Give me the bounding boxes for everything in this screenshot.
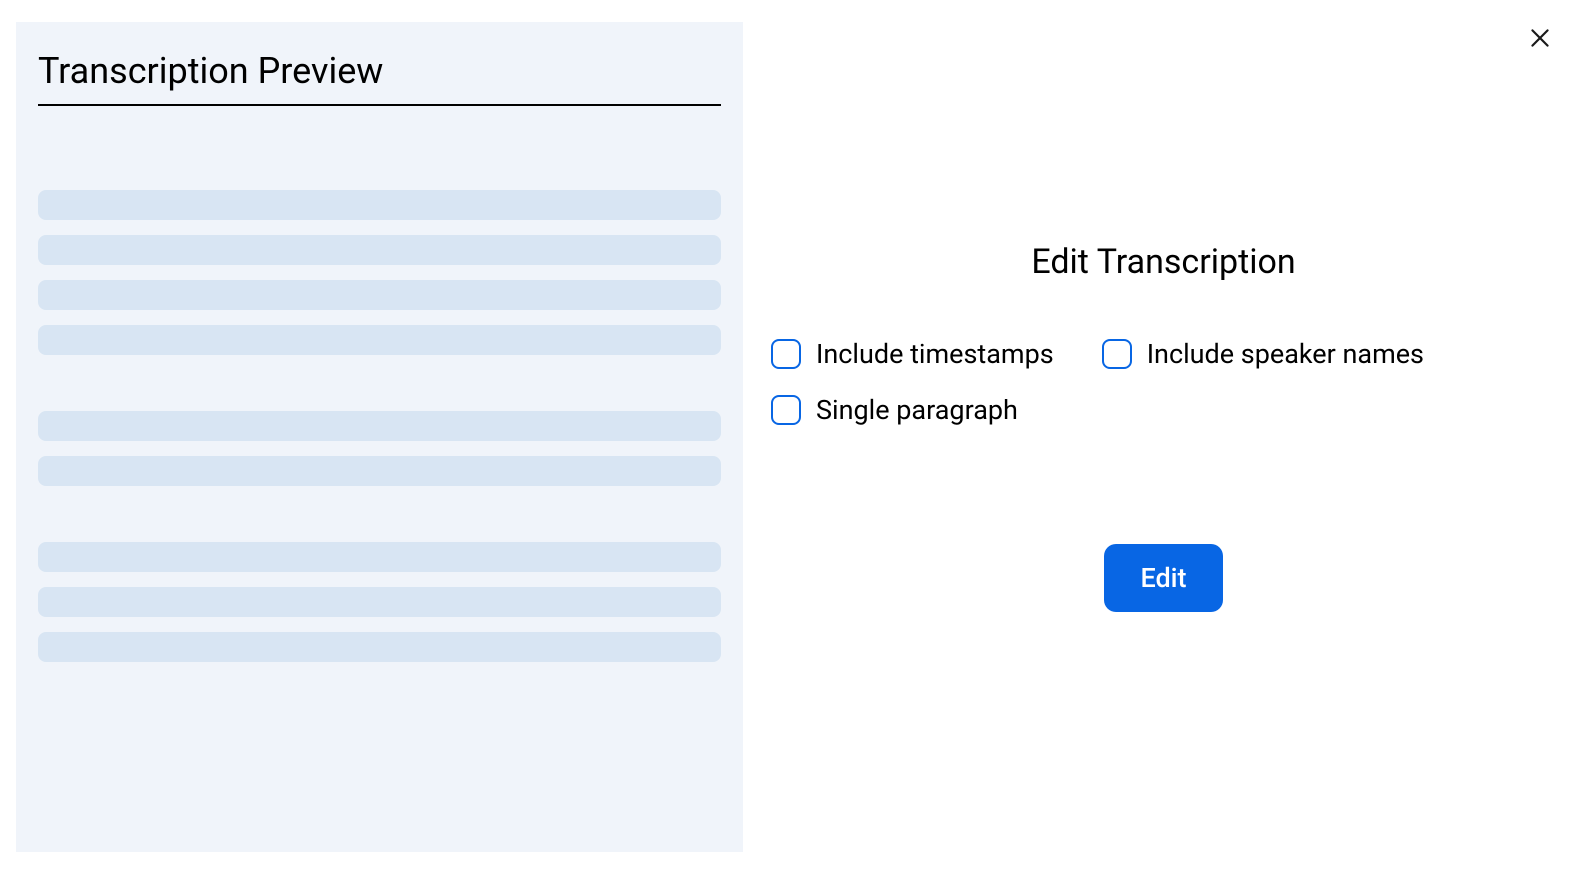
edit-title: Edit Transcription [1031, 242, 1295, 282]
skeleton-line [38, 411, 721, 441]
skeleton-line [38, 587, 721, 617]
checkbox-label: Include timestamps [816, 338, 1054, 370]
skeleton-line [38, 542, 721, 572]
checkbox-icon [1102, 339, 1132, 369]
checkbox-icon [771, 395, 801, 425]
edit-section: Edit Transcription Include timestamps In… [771, 242, 1556, 612]
skeleton-line [38, 235, 721, 265]
skeleton-block [38, 411, 721, 486]
checkbox-label: Include speaker names [1147, 338, 1424, 370]
skeleton-line [38, 280, 721, 310]
checkbox-icon [771, 339, 801, 369]
preview-panel: Transcription Preview [16, 22, 743, 852]
skeleton-block [38, 542, 721, 662]
preview-title: Transcription Preview [38, 50, 721, 106]
close-icon [1527, 25, 1553, 51]
editor-panel: Edit Transcription Include timestamps In… [743, 0, 1578, 874]
edit-button[interactable]: Edit [1104, 544, 1222, 612]
options-grid: Include timestamps Include speaker names… [771, 338, 1556, 426]
skeleton-line [38, 190, 721, 220]
skeleton-block [38, 190, 721, 355]
option-include-speaker-names[interactable]: Include speaker names [1102, 338, 1424, 370]
option-single-paragraph[interactable]: Single paragraph [771, 394, 1018, 426]
option-include-timestamps[interactable]: Include timestamps [771, 338, 1054, 370]
skeleton-line [38, 456, 721, 486]
checkbox-label: Single paragraph [816, 394, 1018, 426]
close-button[interactable] [1524, 22, 1556, 54]
skeleton-line [38, 325, 721, 355]
transcription-skeleton [38, 190, 721, 662]
dialog-container: Transcription Preview [0, 0, 1578, 874]
skeleton-line [38, 632, 721, 662]
